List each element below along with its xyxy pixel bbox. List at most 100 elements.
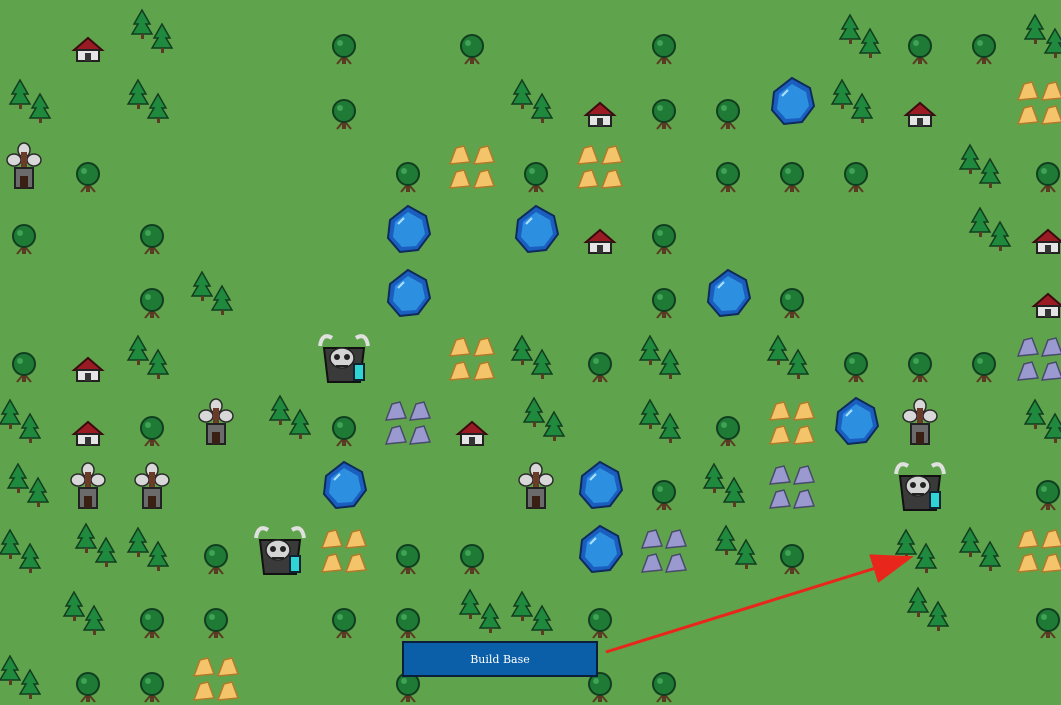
pine-trees-icon[interactable] bbox=[630, 390, 690, 450]
pine-trees-icon[interactable] bbox=[1015, 390, 1061, 450]
pine-trees-icon[interactable] bbox=[0, 454, 58, 514]
lake-icon[interactable] bbox=[378, 200, 438, 260]
tower-icon[interactable] bbox=[122, 458, 182, 518]
enemy-skull-base-icon[interactable] bbox=[890, 456, 950, 516]
tree-icon[interactable] bbox=[698, 148, 758, 208]
hut-icon[interactable] bbox=[58, 404, 118, 464]
stone-ore-icon[interactable] bbox=[378, 392, 438, 452]
pine-trees-icon[interactable] bbox=[502, 582, 562, 642]
tree-icon[interactable] bbox=[762, 530, 822, 590]
gold-ore-icon[interactable] bbox=[1010, 520, 1061, 580]
lake-icon[interactable] bbox=[570, 520, 630, 580]
tree-icon[interactable] bbox=[58, 658, 118, 705]
tree-icon[interactable] bbox=[890, 20, 950, 80]
tree-icon[interactable] bbox=[762, 274, 822, 334]
pine-trees-icon[interactable] bbox=[182, 262, 242, 322]
pine-trees-icon[interactable] bbox=[118, 70, 178, 130]
gold-ore-icon[interactable] bbox=[314, 520, 374, 580]
hut-icon[interactable] bbox=[58, 20, 118, 80]
tree-icon[interactable] bbox=[122, 402, 182, 462]
hut-icon[interactable] bbox=[570, 212, 630, 272]
tree-icon[interactable] bbox=[122, 658, 182, 705]
lake-icon[interactable] bbox=[698, 264, 758, 324]
pine-trees-icon[interactable] bbox=[0, 70, 60, 130]
tree-icon[interactable] bbox=[378, 148, 438, 208]
tree-icon[interactable] bbox=[1018, 466, 1061, 526]
enemy-skull-base-icon[interactable] bbox=[250, 520, 310, 580]
tree-icon[interactable] bbox=[698, 402, 758, 462]
tower-icon[interactable] bbox=[0, 138, 54, 198]
game-map[interactable]: Build Base bbox=[0, 0, 1061, 705]
lake-icon[interactable] bbox=[506, 200, 566, 260]
pine-trees-icon[interactable] bbox=[260, 386, 320, 446]
tree-icon[interactable] bbox=[0, 210, 54, 270]
tower-icon[interactable] bbox=[186, 394, 246, 454]
pine-trees-icon[interactable] bbox=[502, 326, 562, 386]
pine-trees-icon[interactable] bbox=[118, 518, 178, 578]
pine-trees-icon[interactable] bbox=[66, 514, 126, 574]
hut-icon[interactable] bbox=[890, 85, 950, 145]
pine-trees-icon[interactable] bbox=[706, 516, 766, 576]
tree-icon[interactable] bbox=[314, 20, 374, 80]
build-base-button[interactable]: Build Base bbox=[402, 641, 598, 677]
lake-icon[interactable] bbox=[570, 456, 630, 516]
gold-ore-icon[interactable] bbox=[570, 136, 630, 196]
tree-icon[interactable] bbox=[634, 274, 694, 334]
pine-trees-icon[interactable] bbox=[758, 326, 818, 386]
tower-icon[interactable] bbox=[506, 458, 566, 518]
pine-trees-icon[interactable] bbox=[830, 5, 890, 65]
gold-ore-icon[interactable] bbox=[442, 328, 502, 388]
tree-icon[interactable] bbox=[314, 594, 374, 654]
tree-icon[interactable] bbox=[1018, 148, 1061, 208]
tree-icon[interactable] bbox=[762, 148, 822, 208]
pine-trees-icon[interactable] bbox=[0, 390, 50, 450]
tree-icon[interactable] bbox=[634, 466, 694, 526]
pine-trees-icon[interactable] bbox=[886, 520, 946, 580]
tree-icon[interactable] bbox=[634, 210, 694, 270]
gold-ore-icon[interactable] bbox=[186, 648, 246, 705]
gold-ore-icon[interactable] bbox=[762, 392, 822, 452]
hut-icon[interactable] bbox=[1018, 212, 1061, 272]
tree-icon[interactable] bbox=[954, 338, 1014, 398]
tree-icon[interactable] bbox=[442, 20, 502, 80]
lake-icon[interactable] bbox=[762, 72, 822, 132]
pine-trees-icon[interactable] bbox=[54, 582, 114, 642]
tree-icon[interactable] bbox=[634, 658, 694, 705]
pine-trees-icon[interactable] bbox=[502, 70, 562, 130]
stone-ore-icon[interactable] bbox=[1010, 328, 1061, 388]
pine-trees-icon[interactable] bbox=[822, 70, 882, 130]
tree-icon[interactable] bbox=[122, 210, 182, 270]
tower-icon[interactable] bbox=[58, 458, 118, 518]
tree-icon[interactable] bbox=[122, 594, 182, 654]
tree-icon[interactable] bbox=[186, 594, 246, 654]
pine-trees-icon[interactable] bbox=[694, 454, 754, 514]
hut-icon[interactable] bbox=[442, 404, 502, 464]
pine-trees-icon[interactable] bbox=[630, 326, 690, 386]
tree-icon[interactable] bbox=[634, 20, 694, 80]
tree-icon[interactable] bbox=[826, 338, 886, 398]
tree-icon[interactable] bbox=[570, 338, 630, 398]
gold-ore-icon[interactable] bbox=[1010, 72, 1061, 132]
pine-trees-icon[interactable] bbox=[0, 646, 50, 705]
tree-icon[interactable] bbox=[890, 338, 950, 398]
pine-trees-icon[interactable] bbox=[450, 580, 510, 640]
tree-icon[interactable] bbox=[186, 530, 246, 590]
tree-icon[interactable] bbox=[634, 85, 694, 145]
tree-icon[interactable] bbox=[378, 530, 438, 590]
pine-trees-icon[interactable] bbox=[950, 518, 1010, 578]
lake-icon[interactable] bbox=[826, 392, 886, 452]
lake-icon[interactable] bbox=[378, 264, 438, 324]
pine-trees-icon[interactable] bbox=[960, 198, 1020, 258]
tree-icon[interactable] bbox=[314, 85, 374, 145]
hut-icon[interactable] bbox=[1018, 276, 1061, 336]
pine-trees-icon[interactable] bbox=[898, 578, 958, 638]
tree-icon[interactable] bbox=[0, 338, 54, 398]
enemy-skull-base-icon[interactable] bbox=[314, 328, 374, 388]
tree-icon[interactable] bbox=[122, 274, 182, 334]
tree-icon[interactable] bbox=[314, 402, 374, 462]
pine-trees-icon[interactable] bbox=[950, 135, 1010, 195]
lake-icon[interactable] bbox=[314, 456, 374, 516]
tree-icon[interactable] bbox=[954, 20, 1014, 80]
tree-icon[interactable] bbox=[826, 148, 886, 208]
hut-icon[interactable] bbox=[58, 340, 118, 400]
